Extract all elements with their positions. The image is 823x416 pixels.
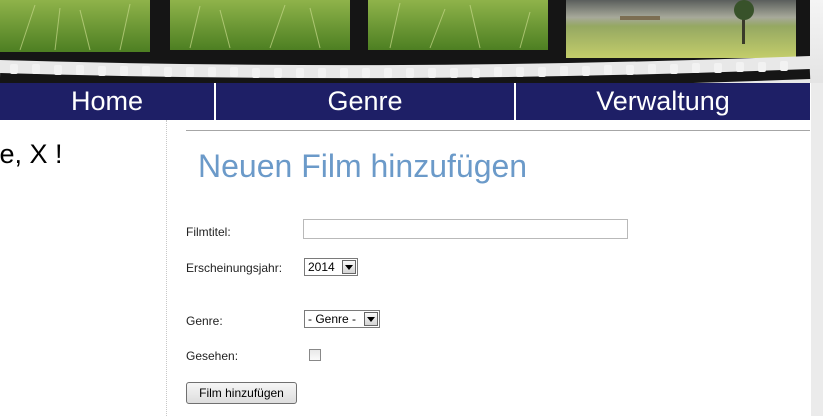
nav-item-genre[interactable]: Genre (214, 83, 514, 120)
title-input[interactable] (303, 219, 628, 239)
genre-select-value: - Genre - (308, 312, 357, 326)
header-banner (0, 0, 823, 83)
sidebar: ome, X ! (0, 120, 167, 416)
seen-checkbox[interactable] (309, 349, 321, 361)
welcome-message: ome, X ! (0, 139, 63, 169)
year-label: Erscheinungsjahr: (186, 261, 283, 275)
film-strip-image (0, 0, 811, 83)
chevron-down-icon[interactable] (364, 312, 378, 326)
right-scroll-strip (811, 83, 823, 416)
genre-select[interactable]: - Genre - (304, 310, 380, 328)
nav-item-verwaltung[interactable]: Verwaltung (514, 83, 810, 120)
year-select-value: 2014 (308, 260, 335, 274)
title-label: Filmtitel: (186, 225, 231, 239)
main-nav: Home Genre Verwaltung (0, 83, 810, 120)
seen-label: Gesehen: (186, 349, 239, 363)
year-select[interactable]: 2014 (304, 258, 358, 276)
content-divider (186, 130, 810, 131)
chevron-down-icon[interactable] (342, 260, 356, 274)
page-title: Neuen Film hinzufügen (198, 148, 528, 184)
main-content: Neuen Film hinzufügen Filmtitel: Erschei… (186, 120, 810, 416)
genre-label: Genre: (186, 314, 223, 328)
nav-item-home[interactable]: Home (0, 83, 214, 120)
add-film-button[interactable]: Film hinzufügen (186, 382, 297, 404)
